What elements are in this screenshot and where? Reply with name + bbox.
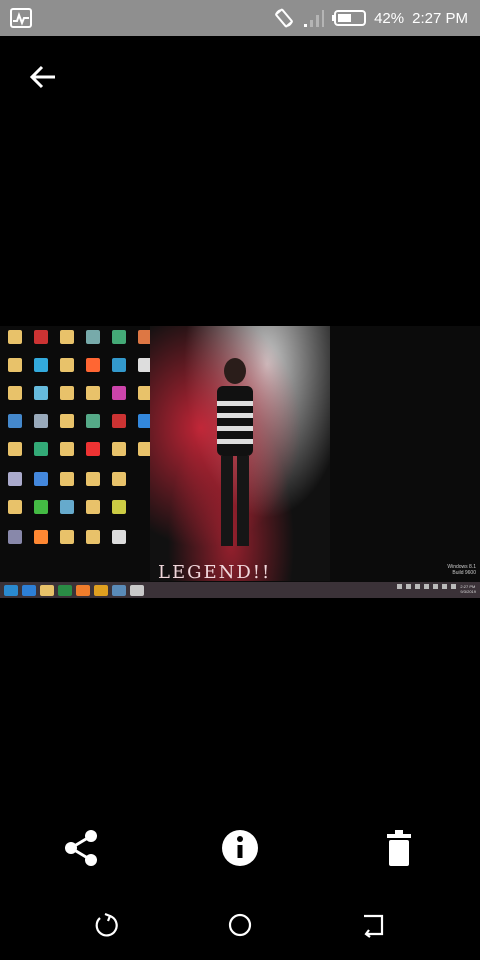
- app-icon: [34, 500, 48, 514]
- folder-icon: [86, 472, 100, 486]
- os-watermark: Windows 8.1 Build 9600: [447, 564, 476, 576]
- system-tray: 2:27 PM 9/3/2019: [397, 584, 476, 594]
- firefox-icon: [76, 584, 90, 596]
- photo-viewer-image[interactable]: LEGEND!! Windows 8.1 Build 9600 2:27 PM …: [0, 326, 480, 598]
- system-nav-bar: [0, 900, 480, 950]
- battery-icon: [332, 10, 367, 26]
- folder-icon: [8, 500, 22, 514]
- file-icon: [112, 530, 126, 544]
- app-icon: [86, 414, 100, 428]
- battery-percent: 42%: [374, 9, 405, 27]
- clock: 2:27 PM: [412, 9, 468, 27]
- folder-icon: [86, 500, 100, 514]
- folder-icon: [8, 442, 22, 456]
- app-icon: [8, 472, 22, 486]
- app-icon: [112, 386, 126, 400]
- share-icon[interactable]: [61, 828, 101, 868]
- folder-icon: [60, 530, 74, 544]
- app-icon: [86, 442, 100, 456]
- rotate-icon: [275, 8, 293, 28]
- app-icon: [112, 500, 126, 514]
- app-icon: [112, 414, 126, 428]
- app-icon: [8, 530, 22, 544]
- folder-icon: [8, 358, 22, 372]
- app-icon: [112, 330, 126, 344]
- signal-icon: [304, 10, 325, 27]
- app-icon: [112, 584, 126, 596]
- app-icon: [34, 330, 48, 344]
- taskbar-clock: 2:27 PM 9/3/2019: [460, 584, 476, 594]
- ie-icon: [22, 584, 36, 596]
- folder-icon: [60, 386, 74, 400]
- excel-icon: [58, 584, 72, 596]
- app-icon: [112, 358, 126, 372]
- app-icon: [86, 358, 100, 372]
- taskbar-date: 9/3/2019: [460, 589, 476, 594]
- status-bar: 42% 2:27 PM: [0, 0, 480, 36]
- start-icon: [4, 584, 18, 596]
- info-icon[interactable]: [220, 828, 260, 868]
- wallpaper-caption: LEGEND!!: [158, 562, 272, 583]
- activity-icon: [10, 8, 32, 28]
- app-icon: [94, 584, 108, 596]
- folder-icon: [112, 442, 126, 456]
- app-icon: [130, 584, 144, 596]
- folder-icon: [8, 330, 22, 344]
- app-icon: [8, 414, 22, 428]
- arrow-left-icon[interactable]: [28, 62, 58, 92]
- action-bar: [0, 818, 480, 878]
- app-icon: [86, 330, 100, 344]
- folder-icon: [8, 386, 22, 400]
- home-icon[interactable]: [227, 912, 253, 938]
- trash-icon[interactable]: [379, 828, 419, 868]
- recycle-bin-icon: [34, 414, 48, 428]
- folder-icon: [60, 414, 74, 428]
- folder-icon: [60, 442, 74, 456]
- folder-icon: [60, 472, 74, 486]
- back-icon[interactable]: [360, 912, 386, 938]
- app-icon: [34, 442, 48, 456]
- folder-icon: [86, 386, 100, 400]
- app-icon: [34, 472, 48, 486]
- folder-icon: [60, 358, 74, 372]
- app-icon: [60, 500, 74, 514]
- app-icon: [34, 530, 48, 544]
- windows-taskbar: 2:27 PM 9/3/2019: [0, 582, 480, 598]
- folder-icon: [112, 472, 126, 486]
- recents-icon[interactable]: [94, 912, 120, 938]
- app-icon: [34, 358, 48, 372]
- app-icon: [34, 386, 48, 400]
- folder-icon: [60, 330, 74, 344]
- desktop-icons: [0, 326, 160, 581]
- folder-icon: [86, 530, 100, 544]
- explorer-icon: [40, 584, 54, 596]
- wallpaper-figure: [217, 358, 253, 546]
- os-watermark-line2: Build 9600: [452, 570, 476, 576]
